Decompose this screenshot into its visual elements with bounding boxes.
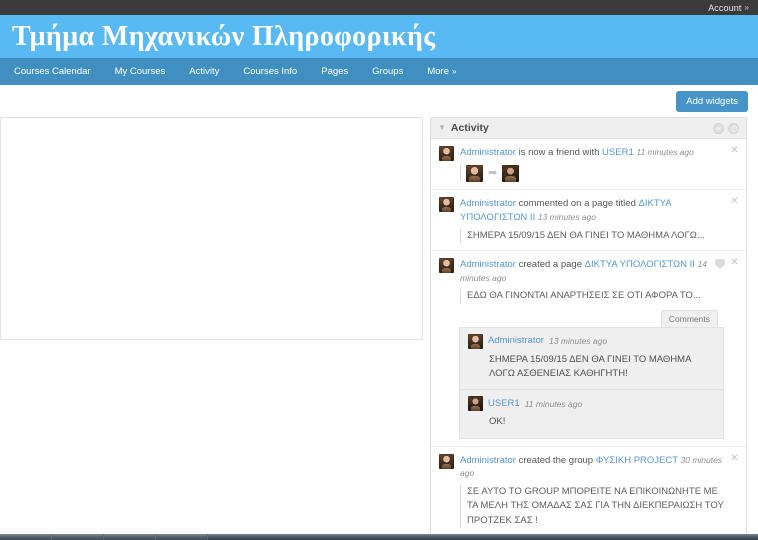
target-link[interactable]: ΔΙΚΤΥΑ ΥΠΟΛΟΓΙΣΤΩΝ ΙΙ: [585, 259, 695, 270]
nav-item-my-courses[interactable]: My Courses: [115, 66, 179, 77]
comment-body: ΣΗΜΕΡΑ 15/09/15 ΔΕΝ ΘΑ ΓΙΝΕΙ ΤΟ ΜΑΘΗΜΑ Λ…: [489, 353, 691, 380]
nav-item-courses-info[interactable]: Courses Info: [243, 66, 310, 77]
comments-tab[interactable]: Comments: [660, 309, 718, 327]
refresh-icon[interactable]: [728, 122, 739, 134]
activity-quote: ΣΗΜΕΡΑ 15/09/15 ΔΕΝ ΘΑ ΓΙΝΕΙ ΤΟ ΜΑΘΗΜΑ Λ…: [460, 228, 724, 243]
activity-item-friend-user1: ✕ Administrator is now a friend with USE…: [431, 139, 746, 190]
close-icon[interactable]: ✕: [730, 146, 739, 156]
timestamp: 13 minutes ago: [548, 336, 608, 347]
comments-section: Comments Administrator 13 minutes ago ΣΗ…: [439, 309, 724, 439]
chevron-right-icon: »: [744, 3, 749, 12]
activity-item-created-page: ✕ Administrator created a page ΔΙΚΤΥΑ ΥΠ…: [431, 251, 746, 447]
taskbar-item[interactable]: [0, 534, 52, 540]
gear-icon[interactable]: [713, 122, 724, 134]
comment-item: USER1 11 minutes ago ΟΚ!: [459, 390, 724, 439]
main-navigation: Courses Calendar My Courses Activity Cou…: [0, 58, 758, 85]
nav-label: My Courses: [114, 66, 166, 77]
comment-author-link[interactable]: Administrator: [488, 334, 544, 348]
chevron-down-icon[interactable]: ▼: [438, 124, 446, 132]
friend-avatars-row: ➡: [460, 165, 724, 182]
activity-verb: commented on a page titled: [518, 198, 636, 209]
avatar: [439, 453, 454, 469]
nav-label: Groups: [372, 66, 404, 77]
empty-widget-placeholder[interactable]: [0, 117, 423, 340]
activity-widget-header: ▼ Activity: [431, 118, 746, 139]
close-icon[interactable]: ✕: [730, 197, 739, 207]
activity-verb: created a page: [518, 258, 582, 270]
account-bar: Account »: [0, 0, 758, 15]
nav-label: Pages: [321, 66, 349, 77]
timestamp: 11 minutes ago: [524, 398, 583, 409]
chevron-right-icon: »: [451, 67, 457, 76]
page-content: Add widgets ▼ Activity ✕ Administrator i…: [0, 85, 758, 540]
left-widget-column: [0, 117, 430, 540]
add-widgets-button[interactable]: Add widgets: [676, 90, 748, 112]
activity-item-comment-page: ✕ Administrator commented on a page titl…: [431, 190, 746, 251]
avatar: [439, 146, 454, 161]
activity-item-created-group: ✕ Administrator created the group ΦΥΣΙΚΗ…: [431, 447, 746, 536]
actor-link[interactable]: Administrator: [460, 259, 516, 270]
activity-verb: is now a friend with: [518, 147, 600, 158]
actor-link[interactable]: Administrator: [460, 198, 516, 209]
comment-item: Administrator 13 minutes ago ΣΗΜΕΡΑ 15/0…: [459, 326, 724, 391]
taskbar-item[interactable]: [156, 534, 208, 540]
target-link[interactable]: USER1: [602, 147, 634, 158]
avatar[interactable]: [466, 165, 483, 182]
avatar: [468, 333, 483, 349]
nav-item-activity[interactable]: Activity: [189, 66, 232, 77]
nav-item-pages[interactable]: Pages: [321, 66, 361, 77]
avatar: [468, 396, 483, 412]
comment-author-link[interactable]: USER1: [488, 397, 520, 411]
site-title: Τμήμα Μηχανικών Πληροφορικής: [12, 20, 436, 52]
actor-link[interactable]: Administrator: [460, 455, 516, 466]
nav-label: Activity: [189, 66, 220, 77]
comment-icon[interactable]: [715, 258, 725, 269]
widget-columns: ▼ Activity ✕ Administrator is now a frie…: [0, 117, 758, 540]
taskbar-item[interactable]: [52, 534, 104, 540]
timestamp: 11 minutes ago: [636, 147, 694, 157]
activity-feed: ✕ Administrator is now a friend with USE…: [431, 139, 746, 540]
nav-label: Courses Info: [243, 66, 298, 77]
close-icon[interactable]: ✕: [730, 453, 739, 463]
avatar: [439, 197, 454, 212]
account-label: Account: [708, 2, 742, 13]
taskbar-spacer: [208, 534, 758, 540]
avatar: [439, 257, 454, 273]
comments-tab-row: Comments: [439, 309, 724, 327]
activity-quote: ΣΕ ΑΥΤΟ ΤΟ GROUP ΜΠΟΡΕΙΤΕ ΝΑ ΕΠΙΚΟΙΝΩΝΗΤ…: [460, 485, 724, 528]
timestamp: 13 minutes ago: [537, 211, 596, 222]
nav-item-courses-calendar[interactable]: Courses Calendar: [14, 66, 104, 77]
target-link[interactable]: ΦΥΣΙΚΗ PROJECT: [596, 455, 678, 466]
nav-label: Courses Calendar: [14, 66, 91, 77]
site-banner: Τμήμα Μηχανικών Πληροφορικής: [0, 15, 758, 58]
nav-item-more[interactable]: More »: [427, 66, 469, 77]
avatar[interactable]: [502, 165, 520, 182]
nav-label: More: [427, 66, 449, 77]
arrow-right-icon: ➡: [488, 167, 498, 179]
activity-verb: created the group: [518, 454, 594, 466]
right-widget-column: ▼ Activity ✕ Administrator is now a frie…: [430, 117, 751, 540]
activity-widget-title: Activity: [450, 122, 489, 134]
account-menu-link[interactable]: Account »: [708, 3, 749, 13]
activity-quote: ΕΔΩ ΘΑ ΓΙΝΟΝΤΑΙ ΑΝΑΡΤΗΣΕΙΣ ΣΕ ΟΤΙ ΑΦΟΡΑ …: [460, 289, 724, 304]
actor-link[interactable]: Administrator: [460, 147, 516, 158]
nav-item-groups[interactable]: Groups: [372, 66, 416, 77]
taskbar-item[interactable]: [104, 534, 156, 540]
os-taskbar: [0, 534, 758, 540]
widget-toolbar: Add widgets: [0, 85, 758, 117]
close-icon[interactable]: ✕: [730, 257, 739, 267]
activity-widget: ▼ Activity ✕ Administrator is now a frie…: [430, 117, 747, 540]
comment-body: ΟΚ!: [489, 416, 506, 428]
